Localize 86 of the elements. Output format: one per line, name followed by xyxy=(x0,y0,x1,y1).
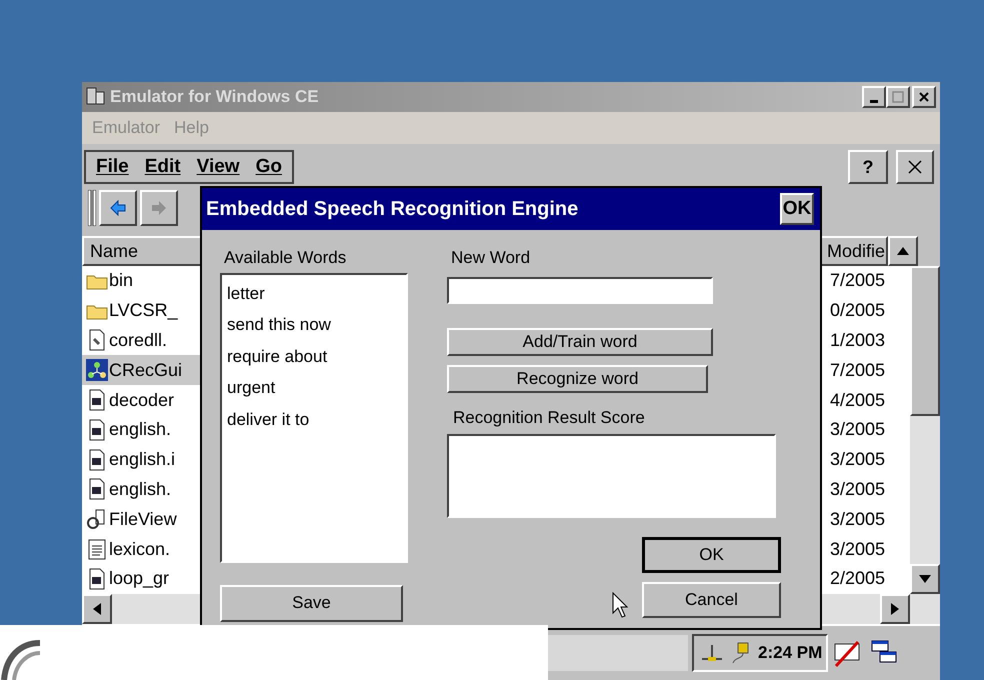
list-row[interactable]: FileView xyxy=(82,504,200,534)
list-row[interactable]: LVCSR_ xyxy=(82,296,200,326)
list-row[interactable]: english. xyxy=(82,414,200,445)
date-cell-text: 4/2005 xyxy=(830,388,886,412)
list-item[interactable]: deliver it to xyxy=(227,406,406,432)
list-row[interactable]: loop_gr xyxy=(82,564,200,594)
list-row[interactable]: lexicon. xyxy=(82,534,200,564)
file-name: CRecGui xyxy=(109,358,182,382)
list-row[interactable]: CRecGui xyxy=(82,355,200,386)
add-train-button[interactable]: Add/Train word xyxy=(447,328,713,356)
file-name: lexicon. xyxy=(109,538,170,561)
scroll-thumb[interactable] xyxy=(910,266,940,416)
list-item[interactable]: urgent xyxy=(227,375,406,400)
forward-arrow-icon xyxy=(151,200,167,216)
left-arrow-icon xyxy=(93,603,101,615)
up-arrow-icon xyxy=(897,247,909,255)
right-arrow-icon xyxy=(891,603,899,615)
menu-item[interactable]: View xyxy=(196,152,240,182)
field-label: Recognition Result Score xyxy=(452,406,646,428)
file-name: decoder xyxy=(109,388,174,412)
file-name: english. xyxy=(109,418,172,442)
dialog-title: Embedded Speech Recognition Engine xyxy=(206,197,578,222)
close-icon xyxy=(918,91,930,103)
date-cell-text: 3/2005 xyxy=(830,448,886,472)
file-name: coredll. xyxy=(109,328,168,352)
list-row[interactable]: english.i xyxy=(82,444,200,475)
back-arrow-icon xyxy=(110,200,126,216)
clock: 2:24 PM xyxy=(758,642,822,664)
result-box[interactable] xyxy=(447,434,776,518)
minimize-icon xyxy=(870,100,878,102)
help-button[interactable]: ? xyxy=(848,150,888,184)
window-title: Emulator for Windows CE xyxy=(110,86,319,108)
close-icon xyxy=(908,160,922,174)
save-button[interactable]: Save xyxy=(220,584,403,622)
close-button[interactable] xyxy=(896,150,934,184)
date-cell-text: 7/2005 xyxy=(830,358,886,382)
file-name: english.i xyxy=(109,448,176,472)
toolbar-grip-icon xyxy=(88,190,96,226)
file-name: FileView xyxy=(109,508,177,531)
date-cell-text: 0/2005 xyxy=(830,299,886,322)
word-list[interactable]: letter send this now require about urgent deliver it to xyxy=(220,272,408,562)
file-name: loop_gr xyxy=(109,567,170,590)
list-row[interactable]: decoder xyxy=(82,385,200,415)
date-cell-text: 2/2005 xyxy=(830,567,886,590)
pen-icon[interactable] xyxy=(832,638,862,668)
menu-item[interactable]: Edit xyxy=(144,152,181,182)
list-item[interactable]: letter xyxy=(227,280,406,306)
file-name: english. xyxy=(109,478,172,501)
new-word-field[interactable] xyxy=(447,276,713,304)
file-name: bin xyxy=(109,269,134,292)
title-ok-button[interactable]: OK xyxy=(780,193,814,225)
device-icon xyxy=(86,87,106,107)
close-button[interactable] xyxy=(912,86,936,108)
scroll-left-button[interactable] xyxy=(82,594,112,624)
list-row[interactable]: coredll. xyxy=(82,326,200,356)
cancel-button[interactable]: Cancel xyxy=(642,582,781,618)
list-item[interactable]: send this now xyxy=(227,312,406,338)
scroll-down-button[interactable] xyxy=(910,564,940,594)
maximize-button[interactable] xyxy=(886,86,910,108)
scroll-right-button[interactable] xyxy=(880,594,910,624)
mouse-pointer-icon xyxy=(612,592,628,618)
down-arrow-icon xyxy=(919,575,931,583)
recognize-button[interactable]: Recognize word xyxy=(447,364,708,392)
scroll-up-button[interactable] xyxy=(888,236,918,266)
date-cell-text: 3/2005 xyxy=(830,508,886,531)
date-cell-text: 1/2003 xyxy=(830,328,886,352)
ring-icon xyxy=(0,637,42,680)
date-cell-text: 3/2005 xyxy=(830,538,886,561)
menu-item[interactable]: File xyxy=(96,152,129,182)
list-item[interactable]: require about xyxy=(227,344,406,369)
date-cell-text: 3/2005 xyxy=(830,478,886,501)
maximize-icon xyxy=(892,91,904,103)
network-app-icon xyxy=(86,359,108,382)
back-button[interactable] xyxy=(99,190,137,226)
field-label: New Word xyxy=(450,247,532,269)
ok-button[interactable]: OK xyxy=(642,537,781,573)
field-label: Available Words xyxy=(223,247,348,269)
text-file-icon xyxy=(86,538,108,560)
date-cell-text: 3/2005 xyxy=(830,418,886,442)
minimize-button[interactable] xyxy=(862,86,886,108)
menu-item[interactable]: Go xyxy=(256,152,282,182)
forward-button[interactable] xyxy=(140,190,178,226)
date-cell-text: 7/2005 xyxy=(830,269,886,292)
list-row[interactable]: bin xyxy=(82,266,200,296)
list-row[interactable]: english. xyxy=(82,474,200,504)
file-name: LVCSR_ xyxy=(109,299,178,322)
